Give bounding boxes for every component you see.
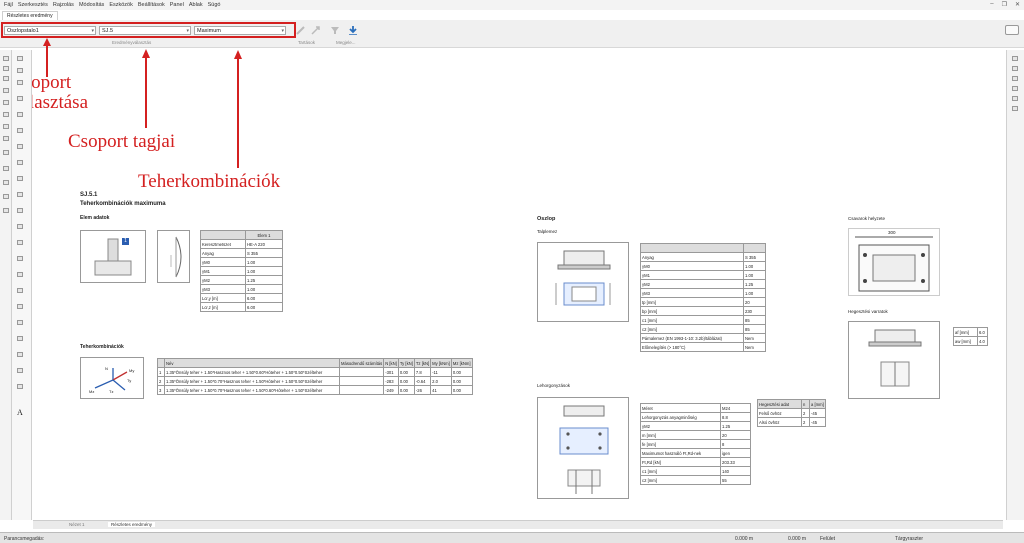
tool-icon[interactable]	[3, 66, 9, 71]
draw-tool-icon[interactable]	[17, 336, 23, 341]
table-row: 3 1.35*Önsúly teher + 1.50*0.70*Hasznos t…	[157, 385, 473, 395]
surface-mode[interactable]: Felület	[820, 536, 835, 542]
right-toolbar	[1006, 50, 1024, 520]
bolt-position-drawing: 300	[848, 228, 940, 296]
tool-icon[interactable]	[3, 136, 9, 141]
tab-view1[interactable]: Nézet 1	[69, 522, 85, 527]
talplemez-label: Talplemez	[537, 229, 558, 234]
zoom-icon[interactable]	[1012, 76, 1018, 81]
element-data-table: Elem 1 Keresztmetszet HE-A 220 Anyag S 355…	[200, 230, 283, 312]
tool-icon[interactable]	[3, 100, 9, 105]
zoom-icon[interactable]	[1012, 66, 1018, 71]
combinations-table: Név Másodrendű számítás N [kN] Ty [kN] Tz [k…	[157, 358, 473, 395]
anchor-table: Méret M24 Lehorgonyzás anyagminőség 8.8 γM…	[640, 403, 751, 485]
sheet-tabs: Nézet 1 Részletes eredmény	[33, 520, 1003, 529]
draw-tool-icon[interactable]	[17, 208, 23, 213]
table-row: 2 1.35*Önsúly teher + 1.50*0.70*Hasznos t…	[157, 376, 473, 386]
draw-tool-icon[interactable]	[17, 176, 23, 181]
draw-tool-icon[interactable]	[17, 304, 23, 309]
draw-tool-icon[interactable]	[17, 384, 23, 389]
csavarok-label: Csavarok helyzete	[848, 216, 886, 221]
tool-icon[interactable]	[3, 180, 9, 185]
ty-label: Ty	[127, 378, 132, 383]
tool-icon[interactable]	[3, 150, 9, 155]
element-badge: 1	[122, 238, 129, 245]
draw-tool-icon[interactable]	[17, 240, 23, 245]
tz-label: Tz	[109, 389, 114, 394]
draw-tool-icon[interactable]	[17, 368, 23, 373]
lehorgonyzas-label: Lehorgonyzások	[537, 383, 571, 388]
zoom-icon[interactable]	[1012, 106, 1018, 111]
annotation-group-members: Csoport tagjai	[68, 131, 176, 152]
bolt-dimension: 300	[888, 230, 896, 235]
zoom-icon[interactable]	[1012, 86, 1018, 91]
oszlop-heading: Oszlop	[537, 216, 556, 222]
draw-tool-icon[interactable]	[17, 80, 23, 85]
object-snap[interactable]: Tárgyraszter	[895, 536, 923, 542]
draw-tool-icon[interactable]	[17, 320, 23, 325]
text-tool-icon[interactable]: A	[17, 408, 23, 417]
tool-icon[interactable]	[3, 166, 9, 171]
draw-tool-icon[interactable]	[17, 144, 23, 149]
weld-table: Hegesztési adat n a [mm] Felső övhöz 2 -45 A…	[757, 399, 826, 427]
left-toolbar	[0, 50, 12, 520]
anchor-drawing	[537, 397, 629, 499]
y-coordinate: 0.000 m	[788, 536, 807, 542]
n-label: N	[105, 366, 108, 371]
annotation-load-combinations: Teherkombinációk	[138, 171, 281, 192]
draw-tool-icon[interactable]	[17, 96, 23, 101]
draw-tool-icon[interactable]	[17, 68, 23, 73]
profile-diagram	[157, 230, 190, 283]
draw-tool-icon[interactable]	[17, 112, 23, 117]
weld-size-table: af [mm] 6.0 aw [mm] 4.0	[953, 327, 988, 346]
draw-tool-icon[interactable]	[17, 56, 23, 61]
load-arrows-diagram: N My Ty Mz Tz	[80, 357, 144, 399]
tab-detailed-result[interactable]: Részletes eredmény	[108, 522, 156, 527]
tool-icon[interactable]	[3, 208, 9, 213]
draw-tool-icon[interactable]	[17, 160, 23, 165]
report-id: SJ.5.1	[80, 192, 98, 198]
base-plate-drawing	[537, 242, 629, 322]
draw-tool-icon[interactable]	[17, 288, 23, 293]
base-plate-table: Anyag S 355 γM0 1.00 γM1 1.00 γM2 1.25 γM3 1.…	[640, 243, 766, 352]
hegesztesi-varratok-label: Hegesztési varratok	[848, 309, 888, 314]
draw-tool-icon[interactable]	[17, 272, 23, 277]
command-prompt[interactable]: Parancsmegadás:	[4, 536, 44, 542]
draw-tool-icon[interactable]	[17, 352, 23, 357]
tool-icon[interactable]	[3, 124, 9, 129]
my-label: My	[129, 368, 135, 373]
mz-label: Mz	[89, 389, 95, 394]
x-coordinate: 0.000 m	[735, 536, 754, 542]
tool-icon[interactable]	[3, 76, 9, 81]
zoom-icon[interactable]	[1012, 96, 1018, 101]
tool-icon[interactable]	[3, 112, 9, 117]
draw-tool-icon[interactable]	[17, 128, 23, 133]
element-diagram: 1	[80, 230, 146, 283]
tool-icon[interactable]	[3, 56, 9, 61]
table-row: 1 1.35*Önsúly teher + 1.50*Hasznos teher …	[157, 367, 473, 377]
tool-icon[interactable]	[3, 194, 9, 199]
zoom-icon[interactable]	[1012, 56, 1018, 61]
draw-tool-icon[interactable]	[17, 256, 23, 261]
comb-heading: Teherkombinációk	[80, 344, 124, 350]
draw-tool-icon[interactable]	[17, 224, 23, 229]
status-bar: Parancsmegadás: 0.000 m 0.000 m Felület …	[0, 532, 1024, 543]
drawing-toolbar	[12, 50, 32, 520]
tool-icon[interactable]	[3, 88, 9, 93]
weld-drawing	[848, 321, 940, 399]
report-subtitle: Teherkombinációk maximuma	[80, 201, 166, 207]
elem-heading: Elem adatok	[80, 215, 110, 221]
draw-tool-icon[interactable]	[17, 192, 23, 197]
